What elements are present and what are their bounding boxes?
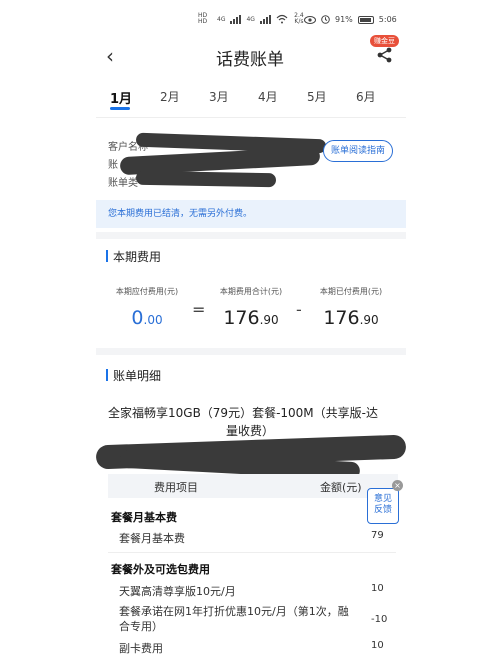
row-divider (108, 552, 396, 553)
tab-month-2[interactable]: 2月 (160, 88, 180, 105)
payable-fee: 本期应付费用(元) 0.00 (102, 286, 192, 329)
status-right: 91% 5:06 (304, 15, 397, 24)
section-divider (96, 348, 406, 355)
bill-type-label: 账单类 (108, 178, 138, 189)
total-fee: 本期费用合计(元) 176.90 (206, 286, 296, 329)
bill-detail-title: 账单明细 (106, 367, 161, 384)
tab-month-5[interactable]: 5月 (307, 88, 327, 105)
page-title: 话费账单 (216, 50, 284, 70)
network-label-2: 4G (246, 15, 255, 23)
account-label: 账 (108, 160, 118, 171)
active-tab-indicator (110, 107, 130, 110)
network-label: 4G (217, 15, 226, 23)
equals-sign: = (192, 300, 206, 319)
group-monthly-base: 套餐月基本费 (111, 511, 177, 524)
table-row: 副卡费用 10 (119, 640, 384, 655)
payment-notice: 您本期费用已结清，无需另外付费。 (96, 200, 406, 228)
redaction-mark (135, 170, 277, 188)
group-extra-fees: 套餐外及可选包费用 (111, 563, 210, 576)
total-fee-value: 176.90 (223, 307, 279, 329)
package-name: 全家福畅享10GB（79元）套餐-100M（共享版-达 量收费） (108, 406, 378, 438)
column-item: 费用项目 (154, 481, 198, 494)
month-tabs: 1月 2月 3月 4月 5月 6月 (96, 78, 406, 118)
feedback-button[interactable]: 意见 反馈 (367, 488, 399, 524)
tab-month-6[interactable]: 6月 (356, 88, 376, 105)
minus-sign: - (296, 300, 302, 319)
close-icon[interactable]: × (392, 480, 403, 491)
eye-icon (304, 15, 316, 24)
paid-fee-label: 本期已付费用(元) (319, 287, 383, 296)
table-row: 套餐月基本费 79 (119, 530, 384, 545)
wifi-icon (276, 14, 288, 24)
payable-fee-label: 本期应付费用(元) (115, 287, 179, 296)
status-left: HD HD 4G 4G 2.4 K/s (198, 13, 305, 25)
bill-guide-button[interactable]: 账单阅读指南 (323, 140, 393, 162)
tab-month-3[interactable]: 3月 (209, 88, 229, 105)
signal-icon-2 (259, 14, 271, 24)
total-fee-label: 本期费用合计(元) (219, 287, 283, 296)
hd-indicator: HD HD (198, 12, 208, 25)
tab-month-1[interactable]: 1月 (110, 88, 132, 107)
paid-fee-value: 176.90 (323, 307, 379, 329)
detail-table-header: 费用项目 金额(元) (108, 474, 398, 498)
status-bar: HD HD 4G 4G 2.4 K/s 91% 5:06 (0, 0, 500, 42)
paid-fee: 本期已付费用(元) 176.90 (306, 286, 396, 329)
table-row: 套餐承诺在网1年打折优惠10元/月（第1次，融 合专用） -10 (119, 605, 388, 633)
customer-info: 客户名称 账 账单类 账单阅读指南 (96, 130, 406, 196)
clock: 5:06 (378, 15, 397, 24)
alarm-icon (321, 15, 330, 24)
battery-percent: 91% (335, 15, 353, 24)
share-icon[interactable] (376, 46, 394, 64)
column-amount: 金额(元) (320, 481, 362, 494)
payable-fee-value: 0.00 (131, 307, 163, 329)
app-header: ‹ 话费账单 赚金豆 (0, 35, 500, 72)
signal-icon (230, 14, 242, 24)
tab-month-4[interactable]: 4月 (258, 88, 278, 105)
table-row: 天翼高清尊享版10元/月 10 (119, 583, 384, 598)
battery-icon (357, 15, 374, 24)
current-fee-title: 本期费用 (106, 248, 161, 265)
section-divider (96, 232, 406, 239)
